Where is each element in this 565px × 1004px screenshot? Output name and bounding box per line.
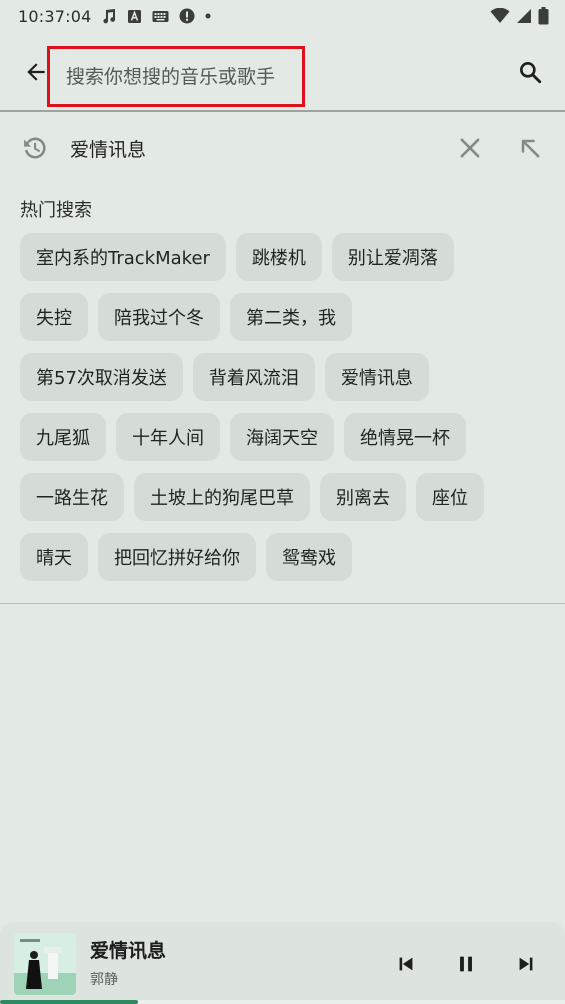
search-input[interactable] — [66, 65, 302, 88]
hot-search-chip[interactable]: 别让爱凋落 — [331, 233, 454, 281]
hot-search-chip[interactable]: 背着风流泪 — [192, 353, 315, 401]
music-note-icon — [101, 8, 117, 24]
wifi-icon — [490, 8, 510, 24]
hot-search-chip[interactable]: 晴天 — [20, 533, 88, 581]
hot-search-chip[interactable]: 一路生花 — [20, 473, 124, 521]
hot-search-chip[interactable]: 鸳鸯戏 — [266, 533, 352, 581]
arrow-up-left-icon[interactable] — [516, 134, 544, 162]
search-bar — [0, 40, 565, 110]
hot-search-chip[interactable]: 第57次取消发送 — [20, 353, 183, 401]
album-cover[interactable] — [14, 933, 76, 995]
chip-row: 一路生花 土坡上的狗尾巴草 别离去 座位 — [20, 473, 550, 521]
hot-search-chip[interactable]: 别离去 — [320, 473, 406, 521]
status-left: 10:37:04 — [18, 7, 211, 26]
hot-search-chip[interactable]: 座位 — [416, 473, 484, 521]
hot-search-chip[interactable]: 绝情晃一杯 — [344, 413, 466, 461]
chip-row: 失控 陪我过个冬 第二类，我 — [20, 293, 550, 341]
history-item[interactable]: 爱情讯息 — [0, 122, 565, 172]
hot-search-title: 热门搜索 — [20, 200, 92, 221]
previous-button[interactable] — [392, 950, 420, 978]
hot-search-chip[interactable]: 陪我过个冬 — [98, 293, 220, 341]
skip-previous-icon — [399, 957, 413, 971]
chip-row: 室内系的TrackMaker 跳楼机 别让爱凋落 — [20, 233, 550, 281]
text-a-icon — [127, 9, 142, 24]
playback-progress-fill — [0, 1000, 139, 1004]
hot-search-chip[interactable]: 第二类，我 — [230, 293, 352, 341]
arrow-left-icon — [27, 63, 45, 81]
hot-search-chip[interactable]: 把回忆拼好给你 — [98, 533, 256, 581]
close-icon[interactable] — [456, 134, 484, 162]
content-divider — [0, 603, 565, 604]
chip-row: 第57次取消发送 背着风流泪 爱情讯息 — [20, 353, 550, 401]
hot-search-chip[interactable]: 十年人间 — [116, 413, 220, 461]
search-divider — [0, 110, 565, 112]
hot-search-chips: 室内系的TrackMaker 跳楼机 别让爱凋落 失控 陪我过个冬 第二类，我 … — [20, 233, 550, 593]
history-icon — [24, 137, 46, 159]
now-playing-artist: 郭静 — [90, 972, 118, 988]
skip-next-icon — [519, 957, 533, 971]
album-art-image — [14, 933, 76, 995]
hot-search-chip[interactable]: 跳楼机 — [235, 233, 322, 281]
search-button[interactable] — [510, 54, 550, 90]
signal-icon — [516, 8, 532, 24]
keyboard-icon — [152, 10, 169, 23]
history-item-label: 爱情讯息 — [70, 139, 147, 161]
battery-icon — [538, 7, 549, 25]
hot-search-chip[interactable]: 室内系的TrackMaker — [20, 233, 226, 281]
hot-search-chip[interactable]: 失控 — [20, 293, 88, 341]
playback-progress[interactable] — [0, 1000, 565, 1004]
dot-icon — [205, 13, 211, 19]
status-right — [490, 7, 549, 25]
chip-row: 九尾狐 十年人间 海阔天空 绝情晃一杯 — [20, 413, 550, 461]
mini-player[interactable]: 爱情讯息 郭静 — [0, 922, 565, 1004]
hot-search-chip[interactable]: 爱情讯息 — [324, 353, 429, 401]
status-time: 10:37:04 — [18, 6, 92, 26]
pause-icon — [460, 956, 472, 972]
next-button[interactable] — [512, 950, 540, 978]
status-bar: 10:37:04 — [0, 0, 565, 32]
hot-search-chip[interactable]: 海阔天空 — [230, 413, 334, 461]
search-field[interactable] — [47, 46, 305, 107]
hot-search-chip[interactable]: 土坡上的狗尾巴草 — [134, 473, 310, 521]
alert-icon — [179, 8, 195, 24]
chip-row: 晴天 把回忆拼好给你 鸳鸯戏 — [20, 533, 550, 581]
pause-button[interactable] — [452, 950, 480, 978]
hot-search-chip[interactable]: 九尾狐 — [20, 413, 106, 461]
search-icon — [520, 62, 542, 84]
now-playing-title: 爱情讯息 — [90, 940, 167, 962]
